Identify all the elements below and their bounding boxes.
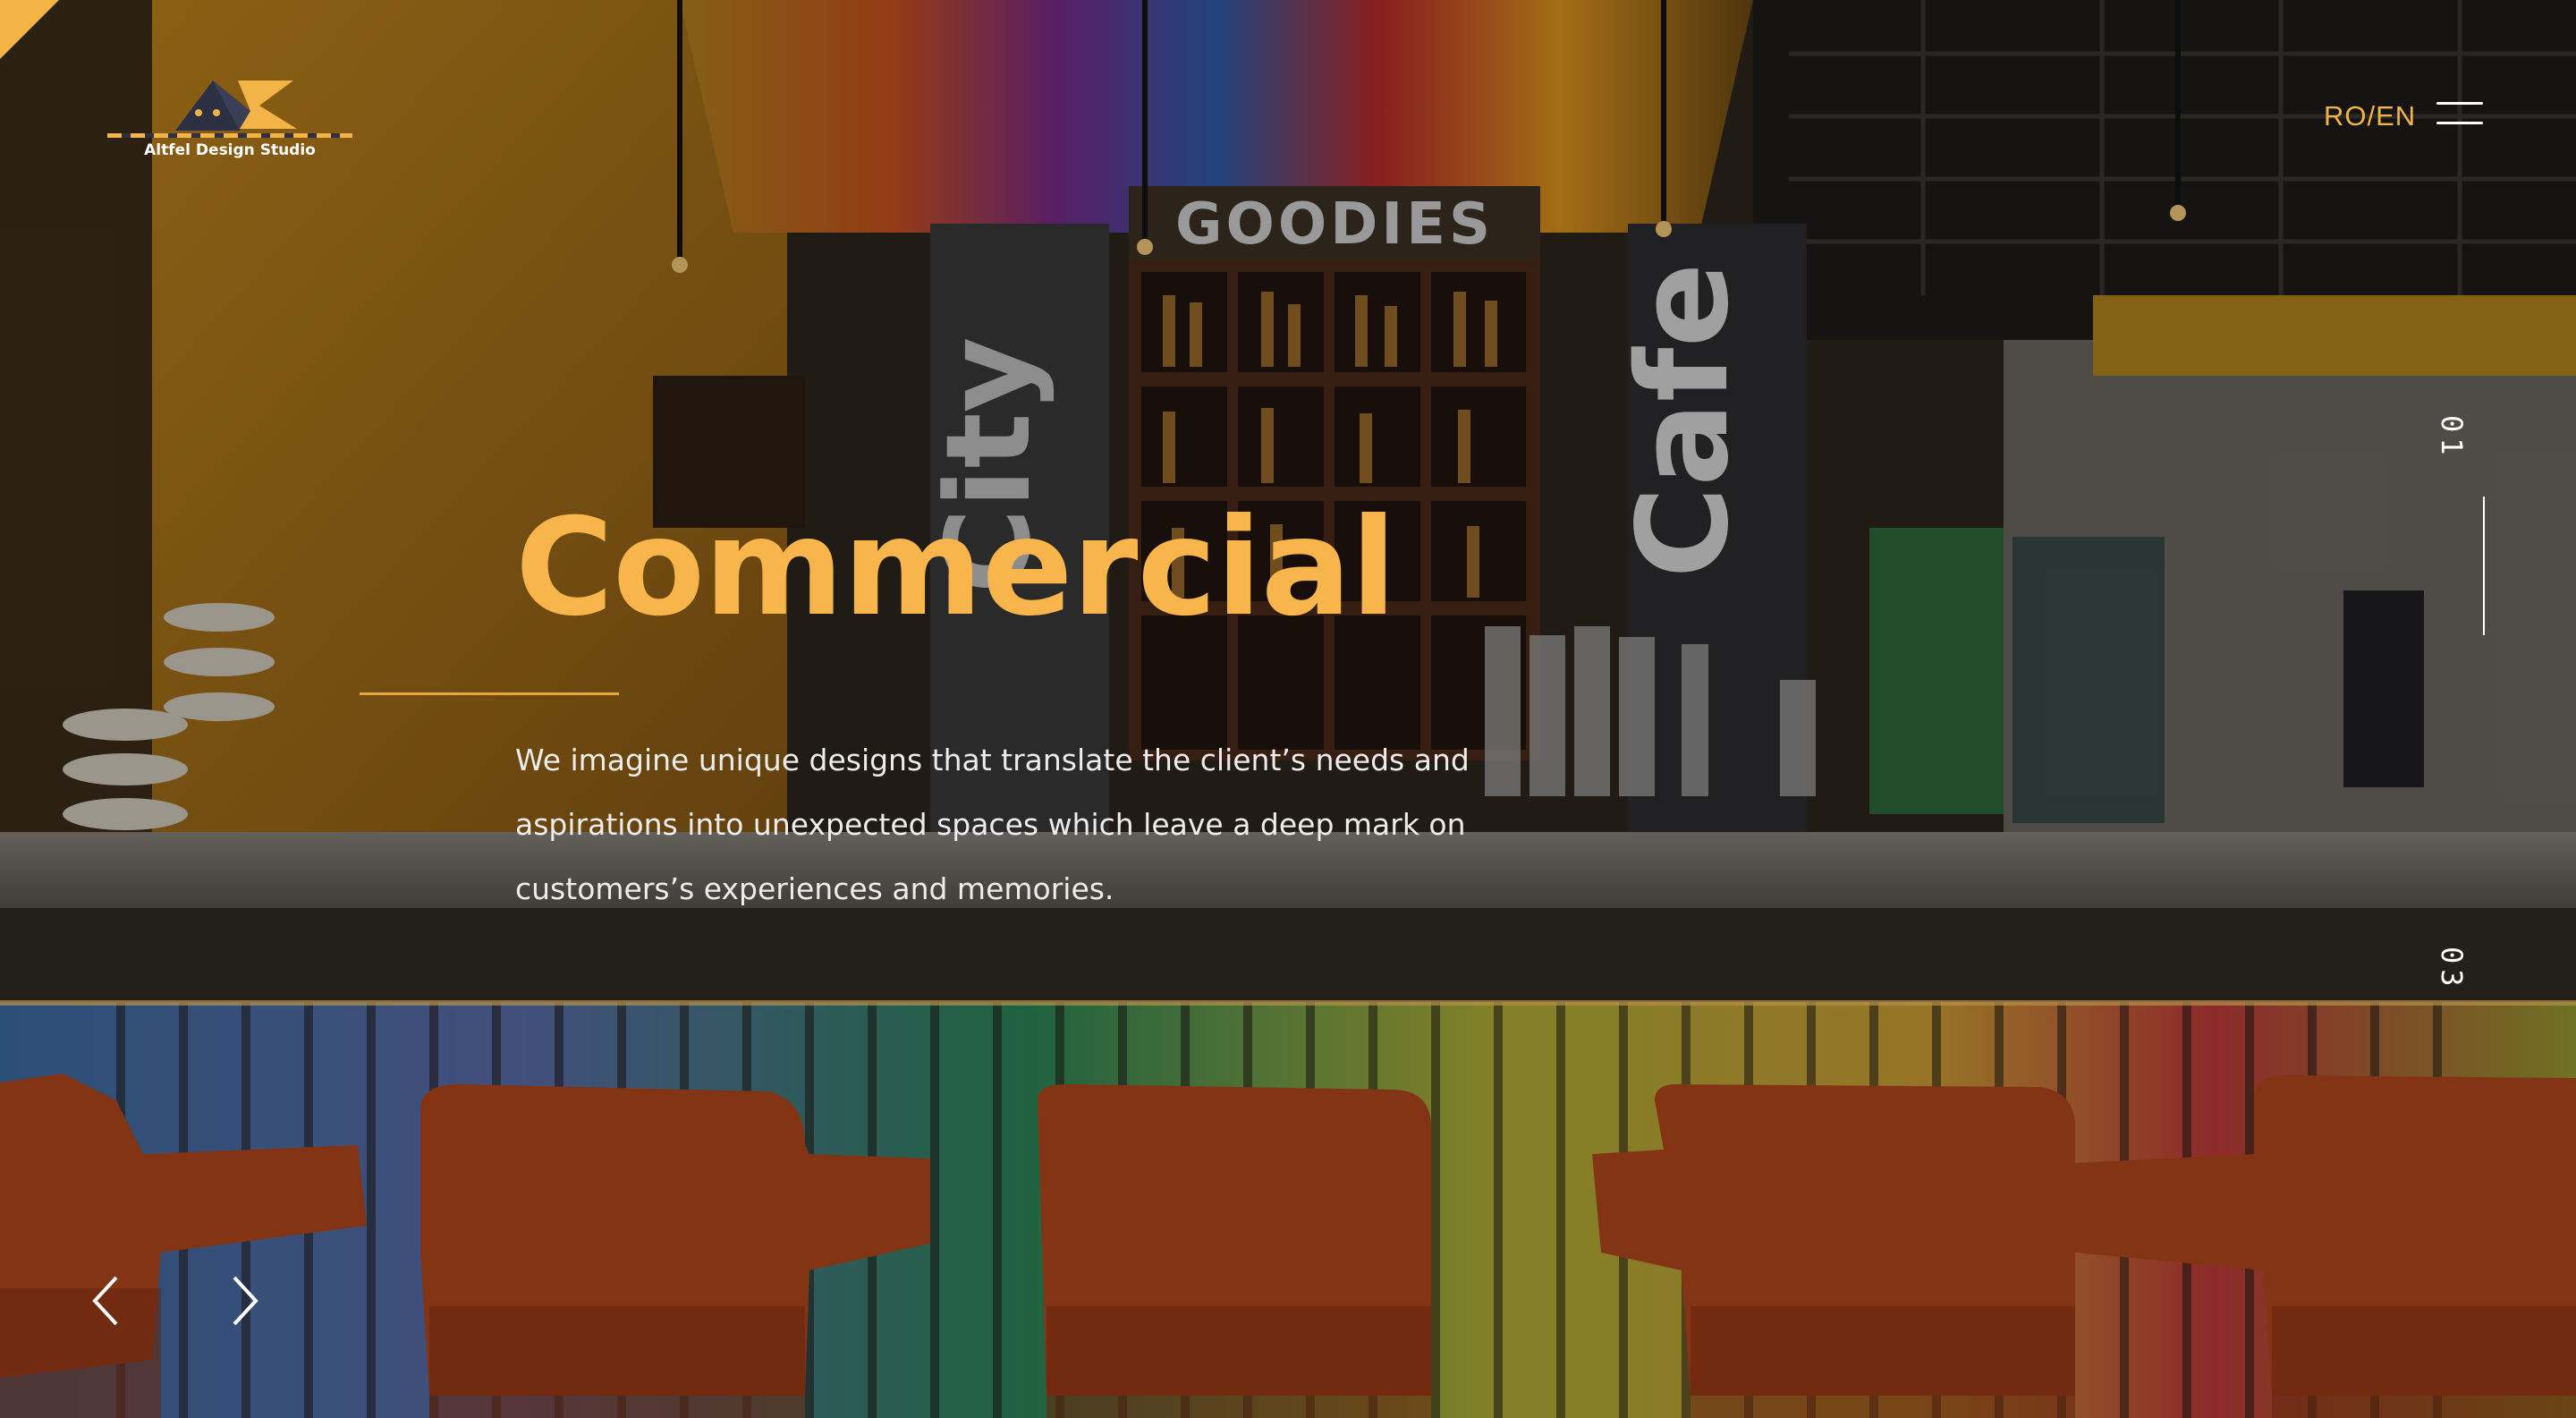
title-underline xyxy=(360,692,619,695)
image-dark-overlay xyxy=(0,0,2576,1418)
chevron-right-icon xyxy=(233,1276,258,1326)
slide-progress-indicator xyxy=(2483,497,2485,635)
prev-slide-button[interactable] xyxy=(88,1274,127,1328)
language-switcher[interactable]: RO/EN xyxy=(2324,100,2416,132)
hero-description: We imagine unique designs that translate… xyxy=(515,743,1470,906)
next-slide-button[interactable] xyxy=(224,1274,263,1328)
current-slide-number: 01 xyxy=(2435,415,2469,461)
corner-accent xyxy=(0,0,59,59)
hero-title: Commercial xyxy=(515,490,1396,646)
hamburger-menu-icon[interactable] xyxy=(2436,102,2483,129)
hero-slider: City Cafe GOODIES Altfel Design Studio R… xyxy=(0,0,2576,1418)
logo-mark-icon xyxy=(107,81,352,138)
brand-logo[interactable]: Altfel Design Studio xyxy=(106,75,354,165)
chevron-left-icon xyxy=(92,1276,118,1326)
brand-name: Altfel Design Studio xyxy=(144,141,316,159)
total-slides-number: 03 xyxy=(2435,947,2469,992)
